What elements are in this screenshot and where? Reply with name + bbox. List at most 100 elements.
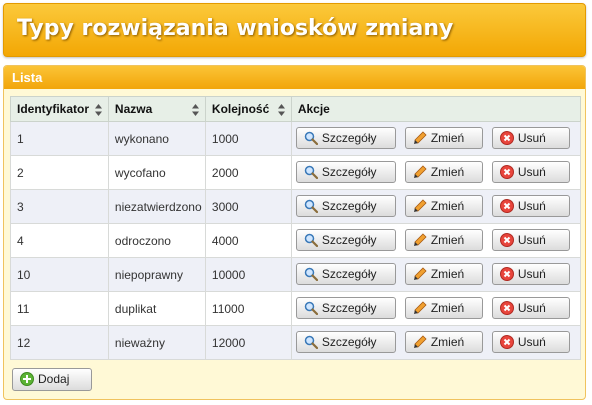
delete-button-label: Usuń (517, 131, 546, 145)
delete-circle-icon (499, 301, 514, 315)
cell-order: 4000 (204, 223, 292, 258)
pencil-icon (413, 233, 427, 246)
details-button[interactable]: Szczegóły (295, 229, 396, 251)
cell-actions: Szczegóły Zmień Usuń (290, 189, 582, 224)
sort-arrows-icon (191, 104, 199, 116)
edit-button-label: Zmień (430, 131, 465, 145)
cell-name: wykonano (107, 121, 206, 156)
cell-order: 12000 (204, 325, 292, 360)
cell-order: 2000 (204, 155, 292, 190)
table-header-row: Identyfikator Nazwa Kolejność Akcje (10, 96, 582, 122)
edit-button[interactable]: Zmień (404, 263, 483, 285)
delete-button-label: Usuń (517, 233, 546, 247)
resolution-types-table: Identyfikator Nazwa Kolejność Akcje 1 wy… (10, 96, 582, 360)
details-button[interactable]: Szczegóły (295, 161, 396, 183)
delete-circle-icon (499, 233, 514, 247)
cell-actions: Szczegóły Zmień Usuń (290, 291, 582, 326)
edit-button[interactable]: Zmień (404, 127, 483, 149)
cell-name: odroczono (107, 223, 206, 258)
delete-circle-icon (499, 199, 514, 213)
details-button-label: Szczegóły (321, 165, 377, 179)
column-header-name[interactable]: Nazwa (107, 96, 206, 122)
pencil-icon (413, 301, 427, 314)
delete-button-label: Usuń (517, 301, 546, 315)
edit-button-label: Zmień (430, 199, 465, 213)
edit-button[interactable]: Zmień (404, 195, 483, 217)
edit-button-label: Zmień (430, 267, 465, 281)
delete-button[interactable]: Usuń (491, 297, 570, 319)
table-row: 2 wycofano 2000 Szczegóły Zmień Usuń (10, 155, 582, 190)
details-button-label: Szczegóły (321, 233, 377, 247)
magnifier-icon (304, 199, 318, 213)
edit-button-label: Zmień (430, 301, 465, 315)
delete-button[interactable]: Usuń (491, 195, 570, 217)
add-circle-icon (20, 372, 34, 386)
cell-id: 3 (10, 189, 109, 224)
table-row: 11 duplikat 11000 Szczegóły Zmień Usuń (10, 291, 582, 326)
cell-name: duplikat (107, 291, 206, 326)
details-button-label: Szczegóły (321, 199, 377, 213)
table-row: 4 odroczono 4000 Szczegóły Zmień Usuń (10, 223, 582, 258)
cell-actions: Szczegóły Zmień Usuń (290, 121, 582, 156)
table-row: 1 wykonano 1000 Szczegóły Zmień Usuń (10, 121, 582, 156)
edit-button-label: Zmień (430, 165, 465, 179)
cell-order: 3000 (204, 189, 292, 224)
details-button[interactable]: Szczegóły (295, 263, 396, 285)
column-header-order[interactable]: Kolejność (204, 96, 292, 122)
cell-id: 10 (10, 257, 109, 292)
delete-circle-icon (499, 335, 514, 349)
magnifier-icon (304, 335, 318, 349)
cell-name: nieważny (107, 325, 206, 360)
details-button[interactable]: Szczegóły (295, 297, 396, 319)
magnifier-icon (304, 165, 318, 179)
column-header-id[interactable]: Identyfikator (10, 96, 109, 122)
edit-button[interactable]: Zmień (404, 161, 483, 183)
add-button[interactable]: Dodaj (12, 368, 92, 391)
magnifier-icon (304, 233, 318, 247)
cell-id: 4 (10, 223, 109, 258)
cell-order: 1000 (204, 121, 292, 156)
pencil-icon (413, 165, 427, 178)
cell-actions: Szczegóły Zmień Usuń (290, 257, 582, 292)
delete-button-label: Usuń (517, 199, 546, 213)
details-button-label: Szczegóły (321, 301, 377, 315)
cell-order: 10000 (204, 257, 292, 292)
cell-actions: Szczegóły Zmień Usuń (290, 223, 582, 258)
cell-name: niezatwierdzono (107, 189, 206, 224)
edit-button[interactable]: Zmień (404, 229, 483, 251)
details-button[interactable]: Szczegóły (295, 195, 396, 217)
magnifier-icon (304, 131, 318, 145)
cell-id: 12 (10, 325, 109, 360)
delete-button[interactable]: Usuń (491, 127, 570, 149)
edit-button[interactable]: Zmień (404, 297, 483, 319)
delete-button[interactable]: Usuń (491, 229, 570, 251)
delete-button[interactable]: Usuń (491, 161, 570, 183)
cell-name: niepoprawny (107, 257, 206, 292)
delete-button-label: Usuń (517, 267, 546, 281)
edit-button-label: Zmień (430, 335, 465, 349)
pencil-icon (413, 335, 427, 348)
details-button[interactable]: Szczegóły (295, 127, 396, 149)
cell-id: 1 (10, 121, 109, 156)
cell-actions: Szczegóły Zmień Usuń (290, 155, 582, 190)
cell-name: wycofano (107, 155, 206, 190)
details-button-label: Szczegóły (321, 131, 377, 145)
magnifier-icon (304, 267, 318, 281)
page-title: Typy rozwiązania wniosków zmiany (17, 16, 454, 41)
delete-circle-icon (499, 131, 514, 145)
magnifier-icon (304, 301, 318, 315)
details-button-label: Szczegóły (321, 267, 377, 281)
pencil-icon (413, 199, 427, 212)
panel-title: Lista (4, 66, 585, 89)
edit-button[interactable]: Zmień (404, 331, 483, 353)
cell-order: 11000 (204, 291, 292, 326)
table-row: 10 niepoprawny 10000 Szczegóły Zmień Usu… (10, 257, 582, 292)
table-row: 12 nieważny 12000 Szczegóły Zmień Usuń (10, 325, 582, 360)
delete-button-label: Usuń (517, 335, 546, 349)
delete-button[interactable]: Usuń (491, 263, 570, 285)
details-button-label: Szczegóły (321, 335, 377, 349)
sort-arrows-icon (94, 104, 102, 116)
delete-button[interactable]: Usuń (491, 331, 570, 353)
details-button[interactable]: Szczegóły (295, 331, 396, 353)
cell-id: 11 (10, 291, 109, 326)
